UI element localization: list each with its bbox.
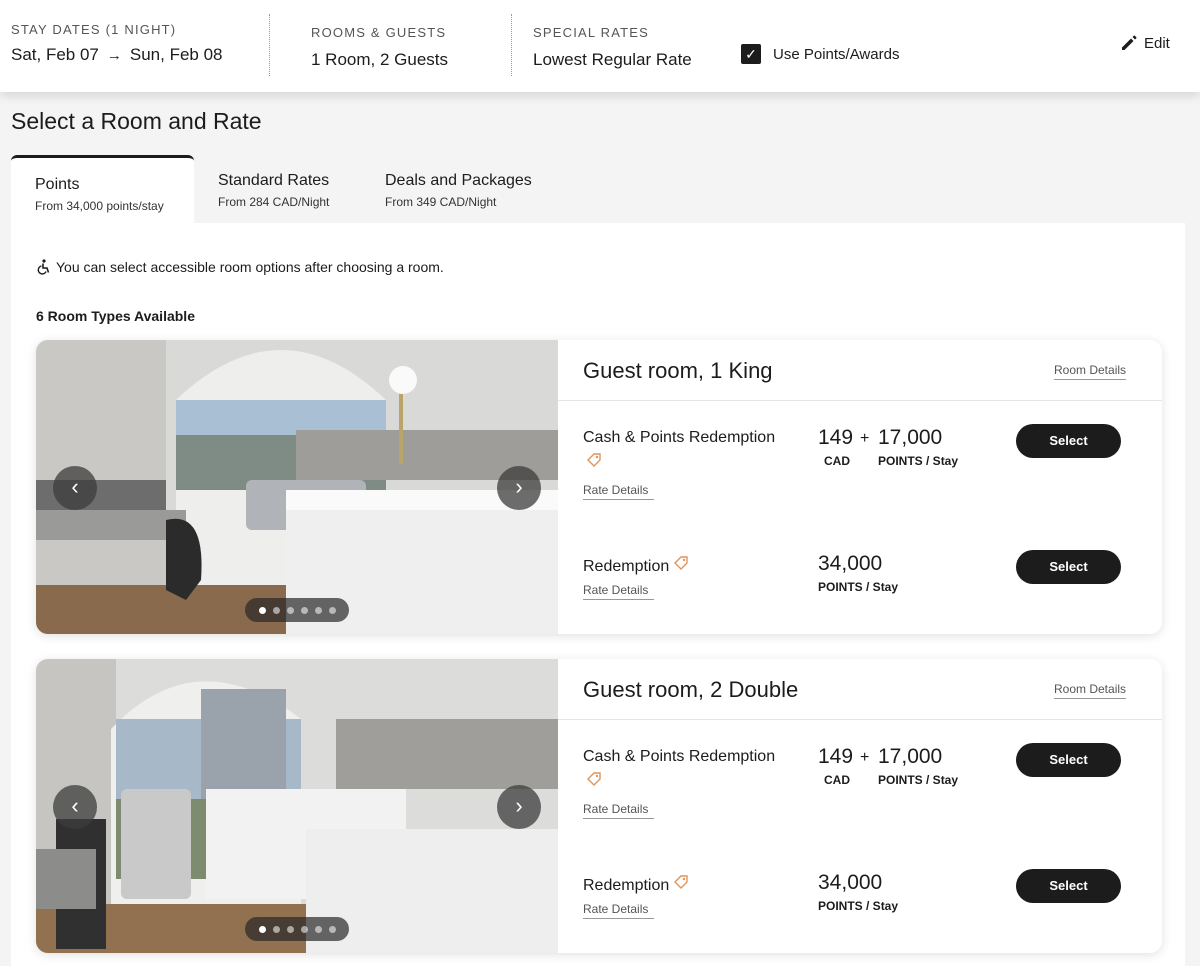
use-points-checkbox[interactable]: ✓: [741, 44, 761, 64]
rate-name: Cash & Points Redemption: [583, 748, 776, 765]
photo-pagination: [245, 917, 349, 941]
rooms-guests-label: ROOMS & GUESTS: [311, 25, 447, 40]
rate-details-link[interactable]: Rate Details: [583, 483, 655, 500]
cash-amount: 149: [818, 745, 854, 768]
room-details-link[interactable]: Room Details: [1054, 363, 1127, 380]
tab-subtitle: From 349 CAD/Night: [385, 195, 497, 209]
photo-dot[interactable]: [286, 925, 294, 933]
check-in-date: Sat, Feb 07: [11, 45, 99, 64]
tag-icon: [673, 874, 689, 893]
photo-dot[interactable]: [314, 606, 322, 614]
pencil-icon: [1122, 35, 1137, 50]
photo-dot[interactable]: [328, 606, 336, 614]
accessibility-text: You can select accessible room options a…: [56, 259, 444, 275]
rate-name: Cash & Points Redemption: [583, 429, 776, 446]
cash-amount: 149: [818, 426, 854, 449]
rate-details-link[interactable]: Rate Details: [583, 583, 655, 600]
tag-icon: [586, 771, 602, 790]
accessibility-note: You can select accessible room options a…: [36, 259, 444, 275]
select-rate-button[interactable]: Select: [1016, 743, 1121, 777]
points-unit: POINTS / Stay: [818, 580, 899, 594]
plus-sign: +: [860, 430, 870, 447]
room-info: Guest room, 1 King Room Details Cash & P…: [558, 340, 1162, 634]
header-divider: [511, 14, 512, 76]
room-photo: ‹ ›: [36, 659, 558, 953]
rate-details-link[interactable]: Rate Details: [583, 802, 655, 819]
points-amount: 34,000: [818, 871, 883, 894]
photo-dot[interactable]: [286, 606, 294, 614]
divider: [558, 400, 1162, 401]
room-card: ‹ › Guest room, 2 Double Room Details Ca…: [36, 659, 1162, 953]
select-rate-button[interactable]: Select: [1016, 550, 1121, 584]
points-unit: POINTS / Stay: [818, 899, 899, 913]
stay-dates-label: STAY DATES (1 NIGHT): [11, 22, 177, 37]
points-amount: 34,000: [818, 552, 883, 575]
photo-dot[interactable]: [300, 606, 308, 614]
rooms-guests-section: ROOMS & GUESTS 1 Room, 2 Guests: [311, 25, 448, 117]
tab-standard-rates[interactable]: Standard Rates From 284 CAD/Night: [194, 155, 356, 223]
special-rates-section: SPECIAL RATES Lowest Regular Rate: [533, 25, 692, 117]
wheelchair-icon: [37, 259, 50, 275]
room-image-double: [36, 659, 558, 953]
tab-subtitle: From 34,000 points/stay: [35, 199, 164, 213]
divider: [558, 719, 1162, 720]
photo-dot[interactable]: [258, 925, 266, 933]
photo-pagination: [245, 598, 349, 622]
room-details-link[interactable]: Room Details: [1054, 682, 1127, 699]
page-title: Select a Room and Rate: [11, 108, 262, 134]
tab-subtitle: From 284 CAD/Night: [218, 195, 330, 209]
tag-icon: [673, 555, 689, 574]
points-unit: POINTS / Stay: [878, 454, 959, 468]
tab-title: Deals and Packages: [385, 172, 532, 189]
select-rate-button[interactable]: Select: [1016, 869, 1121, 903]
select-rate-button[interactable]: Select: [1016, 424, 1121, 458]
tab-title: Standard Rates: [218, 172, 330, 189]
photo-dot[interactable]: [272, 925, 280, 933]
room-name: Guest room, 2 Double: [583, 677, 799, 702]
room-photo: ‹ ›: [36, 340, 558, 634]
plus-sign: +: [860, 749, 870, 766]
room-info: Guest room, 2 Double Room Details Cash &…: [558, 659, 1162, 953]
photo-dot[interactable]: [258, 606, 266, 614]
check-out-date: Sun, Feb 08: [129, 45, 223, 64]
tab-points[interactable]: Points From 34,000 points/stay: [11, 155, 194, 223]
photo-dot[interactable]: [314, 925, 322, 933]
photo-dot[interactable]: [328, 925, 336, 933]
cash-unit: CAD: [824, 454, 850, 468]
previous-photo-button[interactable]: ‹: [53, 466, 97, 510]
tab-deals-packages[interactable]: Deals and Packages From 349 CAD/Night: [361, 155, 561, 223]
use-points-label: Use Points/Awards: [773, 46, 900, 63]
rooms-panel: You can select accessible room options a…: [11, 223, 1185, 966]
tab-title: Points: [35, 176, 80, 193]
points-amount: 17,000: [878, 426, 943, 449]
special-rates-value: Lowest Regular Rate: [533, 50, 692, 69]
next-photo-button[interactable]: ›: [497, 466, 541, 510]
room-card: ‹ › Guest room, 1 King Room Details Cash…: [36, 340, 1162, 634]
photo-dot[interactable]: [300, 925, 308, 933]
room-name: Guest room, 1 King: [583, 358, 773, 383]
tag-icon: [586, 452, 602, 471]
rate-name: Redemption: [583, 555, 689, 576]
search-summary-header: STAY DATES (1 NIGHT) Sat, Feb 07 → Sun, Fe…: [0, 0, 1200, 92]
stay-dates-value: Sat, Feb 07 → Sun, Feb 08: [11, 45, 223, 65]
previous-photo-button[interactable]: ‹: [53, 785, 97, 829]
stay-dates-section: STAY DATES (1 NIGHT) Sat, Feb 07 → Sun, Fe…: [11, 22, 223, 114]
rate-name: Redemption: [583, 874, 689, 895]
room-image-king: [36, 340, 558, 634]
header-divider: [269, 14, 270, 76]
points-unit: POINTS / Stay: [878, 773, 959, 787]
arrow-right-icon: →: [106, 47, 122, 64]
edit-label: Edit: [1144, 34, 1170, 52]
rooms-guests-value: 1 Room, 2 Guests: [311, 50, 449, 69]
special-rates-label: SPECIAL RATES: [533, 25, 650, 40]
rate-details-link[interactable]: Rate Details: [583, 902, 655, 919]
cash-unit: CAD: [824, 773, 850, 787]
points-amount: 17,000: [878, 745, 943, 768]
photo-dot[interactable]: [272, 606, 280, 614]
room-types-count: 6 Room Types Available: [36, 308, 195, 324]
edit-button[interactable]: Edit: [1120, 34, 1170, 52]
next-photo-button[interactable]: ›: [497, 785, 541, 829]
